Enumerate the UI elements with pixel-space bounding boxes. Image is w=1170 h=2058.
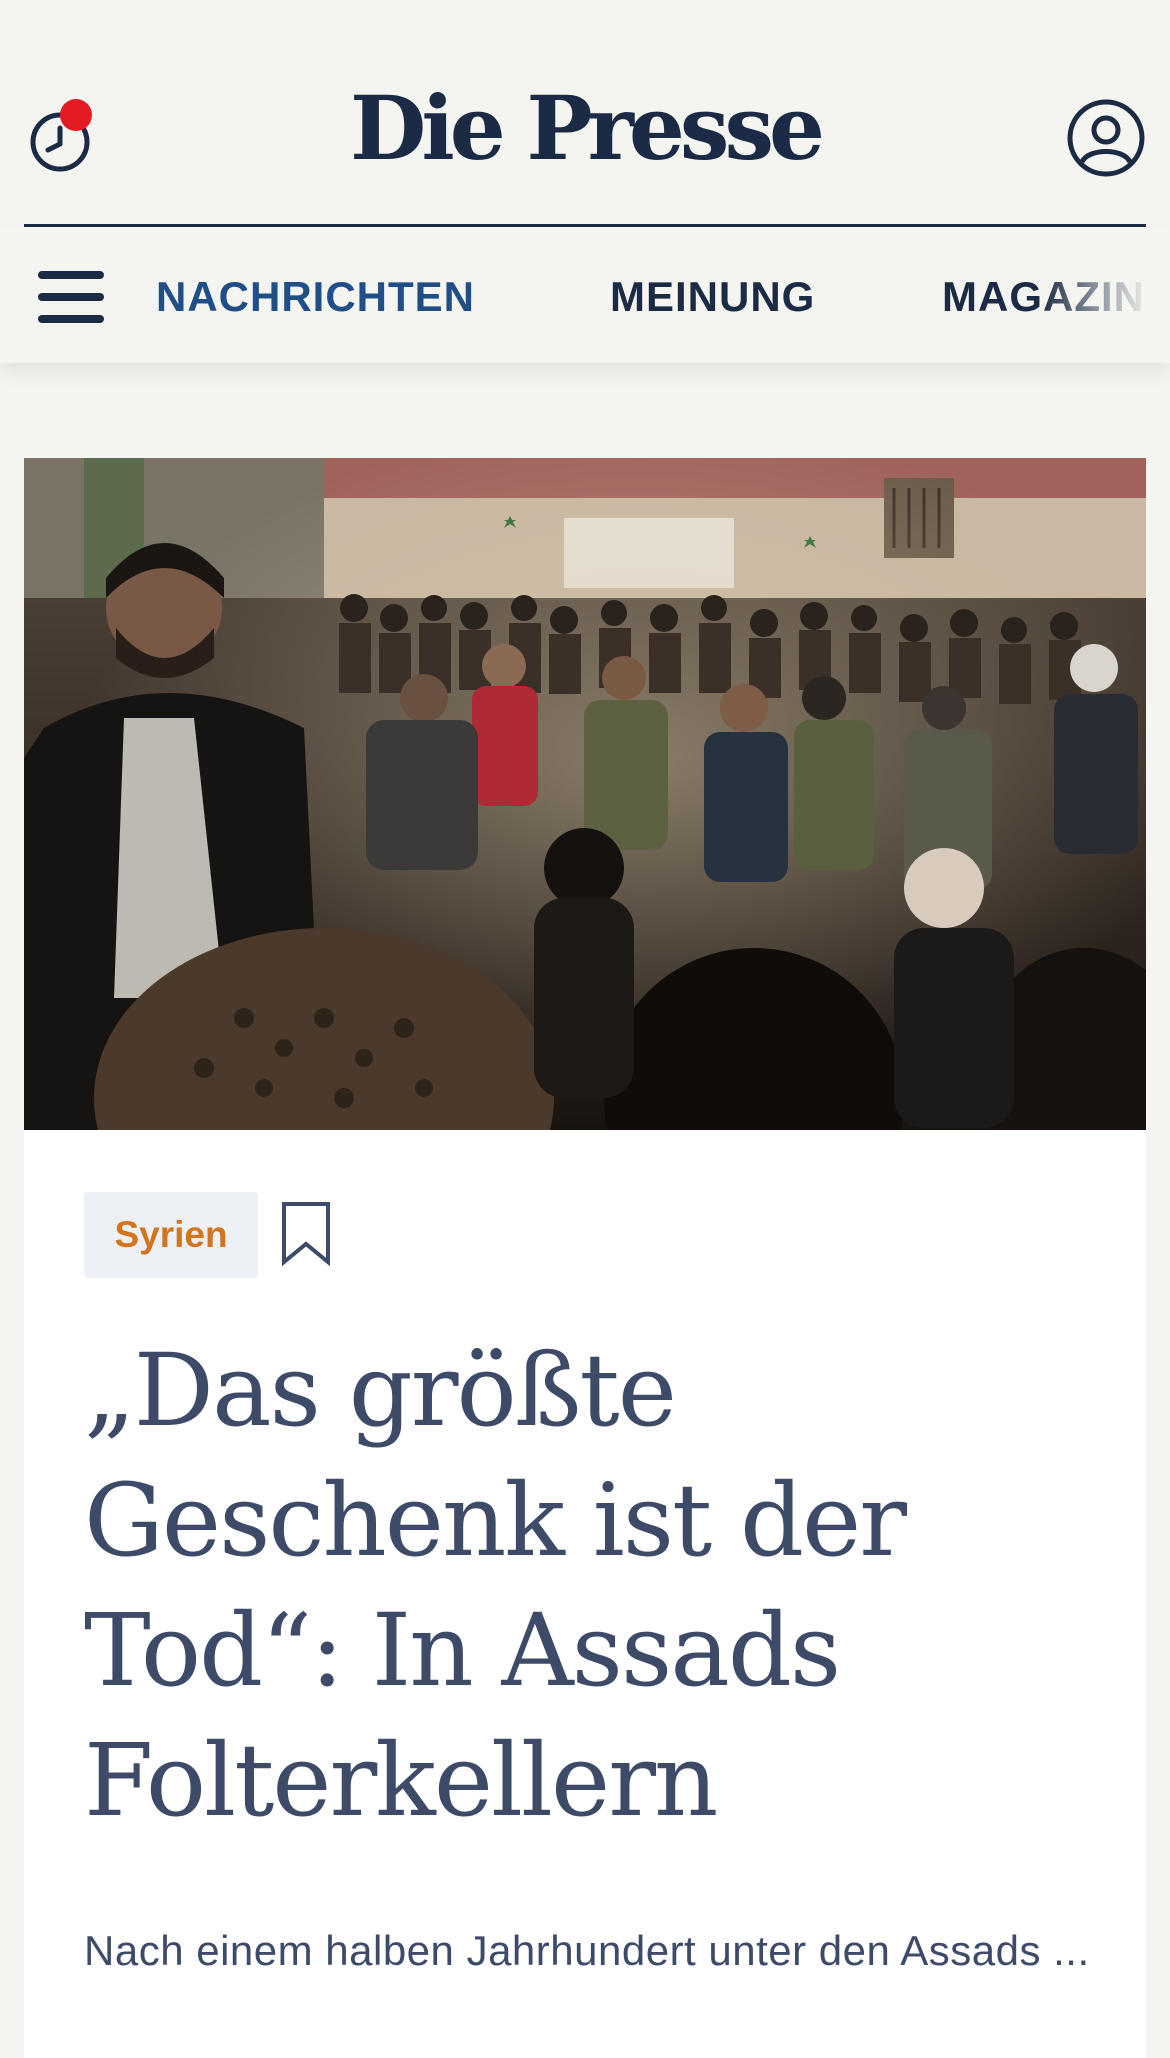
nav-scroll-fade bbox=[1040, 227, 1170, 363]
hero-image[interactable] bbox=[24, 458, 1146, 1130]
crowd-photo bbox=[24, 458, 1146, 1130]
site-header: Die Presse bbox=[0, 0, 1170, 227]
nav-item-nachrichten[interactable]: NACHRICHTEN bbox=[156, 273, 475, 321]
bookmark-icon bbox=[282, 1202, 330, 1267]
topic-tag[interactable]: Syrien bbox=[84, 1192, 258, 1278]
brand-logo[interactable]: Die Presse bbox=[0, 78, 1170, 178]
bookmark-button[interactable] bbox=[280, 1200, 332, 1267]
nav-item-meinung[interactable]: MEINUNG bbox=[610, 273, 815, 321]
section-nav: NACHRICHTEN MEINUNG MAGAZIN bbox=[0, 227, 1170, 363]
hamburger-menu-icon[interactable] bbox=[38, 271, 104, 323]
article-card: Syrien „Das größte Geschenk ist der Tod“… bbox=[24, 458, 1146, 2058]
account-button[interactable] bbox=[1066, 98, 1146, 178]
user-icon bbox=[1067, 99, 1145, 177]
article-headline[interactable]: „Das größte Geschenk ist der Tod“: In As… bbox=[84, 1326, 1094, 1846]
article-lead: Nach einem halben Jahrhundert unter den … bbox=[84, 1927, 1090, 1974]
